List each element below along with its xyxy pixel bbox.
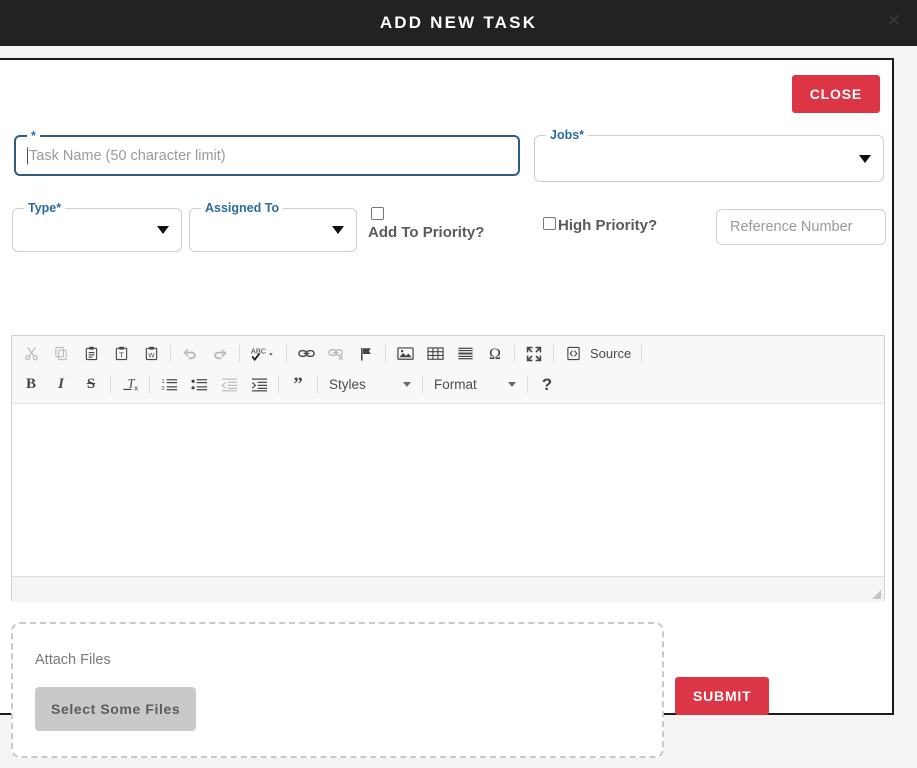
chevron-down-icon [332,226,344,234]
modal-titlebar: ADD NEW TASK ✕ [0,0,917,46]
chevron-down-icon [859,154,871,163]
editor-toolbar-row-2: B I S T x 1 2 ” Styles Format ? [16,369,880,400]
remove-format-icon[interactable]: T x [119,374,141,396]
type-label: Type* [24,201,66,215]
editor-toolbar: T W ABC Ω Source B I S T x 1 2 ” Styles … [12,336,884,404]
styles-dropdown[interactable]: Styles [325,374,415,396]
add-to-priority-checkbox[interactable] [371,207,384,220]
chevron-down-icon [403,382,411,387]
task-name-field[interactable]: * Task Name (50 character limit) [14,129,520,176]
paste-icon[interactable] [80,343,102,365]
toolbar-separator [422,376,423,393]
resize-handle-icon[interactable] [872,590,881,599]
toolbar-separator [527,376,528,393]
page-title: ADD NEW TASK [379,13,538,32]
italic-icon[interactable]: I [50,374,72,396]
numbered-list-icon[interactable]: 1 2 [158,374,180,396]
format-dropdown[interactable]: Format [430,374,520,396]
jobs-select[interactable]: Jobs* [534,128,884,182]
svg-text:x: x [134,384,138,393]
select-files-button[interactable]: Select Some Files [35,687,197,731]
paste-from-word-icon[interactable]: W [140,343,162,365]
close-icon[interactable]: ✕ [881,8,907,34]
task-name-label: * [27,129,40,143]
editor-status-bar [12,577,884,602]
spellcheck-icon[interactable]: ABC [248,343,278,365]
unlink-icon[interactable] [325,343,347,365]
jobs-label: Jobs* [546,128,589,142]
assigned-to-select[interactable]: Assigned To [189,201,357,252]
rich-text-editor: T W ABC Ω Source B I S T x 1 2 ” Styles … [11,335,885,602]
about-help-icon[interactable]: ? [536,374,558,396]
redo-icon[interactable] [209,343,231,365]
add-new-task-modal: CLOSE * Task Name (50 character limit) J… [0,58,894,758]
copy-icon[interactable] [50,343,72,365]
submit-button[interactable]: SUBMIT [675,677,770,715]
horizontal-rule-icon[interactable] [454,343,476,365]
toolbar-separator [317,376,318,393]
add-to-priority-label: Add To Priority? [368,224,485,241]
cut-icon[interactable] [20,343,42,365]
special-character-icon[interactable]: Ω [484,343,506,365]
reference-number-placeholder: Reference Number [730,219,853,235]
table-icon[interactable] [424,343,446,365]
editor-content-area[interactable] [12,404,884,577]
toolbar-separator [239,345,240,362]
svg-text:T: T [119,350,124,359]
anchor-flag-icon[interactable] [355,343,377,365]
styles-dropdown-label: Styles [329,377,366,392]
link-icon[interactable] [295,343,317,365]
toolbar-separator [553,345,554,362]
increase-indent-icon[interactable] [248,374,270,396]
source-button-label[interactable]: Source [590,346,631,361]
editor-toolbar-row-1: T W ABC Ω Source [16,338,880,369]
task-name-caret [27,147,28,164]
chevron-down-icon [508,382,516,387]
attach-files-label: Attach Files [35,652,111,668]
high-priority-checkbox[interactable] [543,217,556,230]
strikethrough-icon[interactable]: S [80,374,102,396]
toolbar-separator [110,376,111,393]
source-icon[interactable] [562,343,584,365]
svg-text:Ω: Ω [489,346,501,362]
svg-text:2: 2 [161,386,164,392]
type-select[interactable]: Type* [12,201,182,252]
toolbar-separator [286,345,287,362]
toolbar-separator [278,376,279,393]
task-name-placeholder: Task Name (50 character limit) [29,147,226,164]
svg-text:W: W [148,352,155,359]
toolbar-separator [514,345,515,362]
svg-text:1: 1 [161,379,164,385]
toolbar-separator [641,345,643,362]
format-dropdown-label: Format [434,377,477,392]
maximize-icon[interactable] [523,343,545,365]
assigned-to-label: Assigned To [201,201,284,215]
toolbar-separator [170,345,171,362]
toolbar-separator [385,345,386,362]
reference-number-field[interactable]: Reference Number [716,209,886,245]
blockquote-icon[interactable]: ” [287,374,309,396]
high-priority-label: High Priority? [558,217,658,234]
close-button[interactable]: CLOSE [791,75,880,113]
toolbar-separator [149,376,150,393]
bulleted-list-icon[interactable] [188,374,210,396]
titlebar-gap [0,46,917,58]
attach-files-dropzone[interactable]: Attach Files Select Some Files [11,622,664,758]
bold-icon[interactable]: B [20,374,42,396]
paste-as-text-icon[interactable]: T [110,343,132,365]
undo-icon[interactable] [179,343,201,365]
image-icon[interactable] [394,343,416,365]
chevron-down-icon [157,226,169,234]
about-help-glyph: ? [541,374,553,394]
decrease-indent-icon[interactable] [218,374,240,396]
